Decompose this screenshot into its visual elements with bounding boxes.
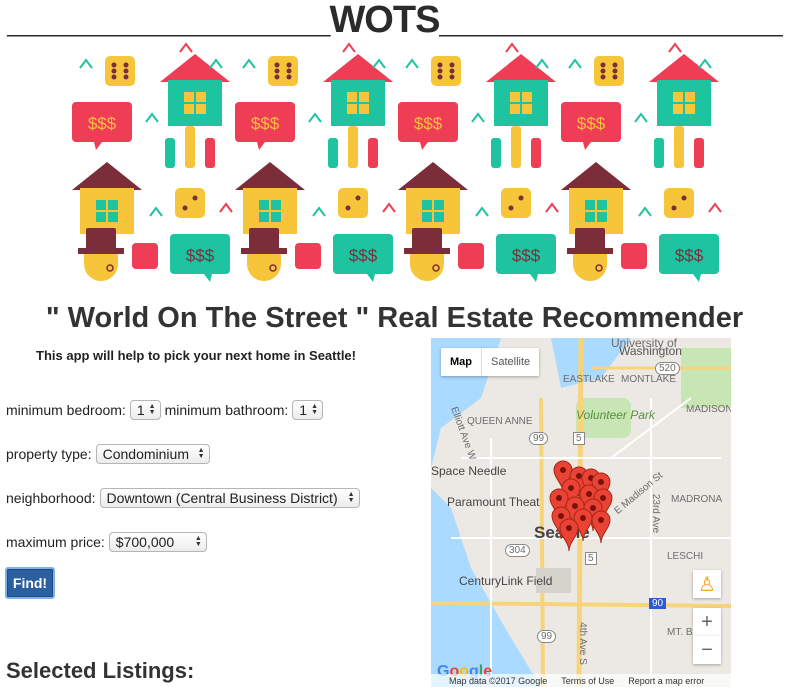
map-label-eastlake: EASTLAKE (563, 374, 615, 385)
map-label-washington: Washington (619, 344, 682, 358)
zoom-in-button[interactable]: + (693, 608, 721, 636)
interstate-5-shield-icon: 5 (573, 432, 585, 445)
map-label-leschi: LESCHI (667, 551, 704, 562)
min-bedroom-value: 1 (136, 402, 145, 418)
street-view-pegman-icon[interactable]: ♙ (693, 570, 721, 598)
max-price-select[interactable]: $700,000 ▲ ▼ (108, 532, 207, 552)
find-button[interactable]: Find! (5, 567, 55, 599)
interstate-5-shield-icon-b: 5 (585, 552, 597, 565)
map-type-control: Map Satellite (441, 348, 540, 376)
min-bedroom-select[interactable]: 1 ▲ ▼ (129, 400, 161, 420)
min-bathroom-value: 1 (299, 402, 308, 418)
map-label-4th-ave: 4th Ave S (576, 622, 588, 665)
map-label-23rd-ave: 23rd Ave (650, 493, 662, 534)
bed-bath-row: minimum bedroom: 1 ▲ ▼ minimum bathroom: … (6, 400, 323, 420)
select-arrows-icon: ▲ ▼ (311, 403, 318, 416)
property-type-label: property type: (6, 446, 92, 462)
map-label-madison: MADISON (686, 404, 731, 415)
map-label-space-needle: Space Needle (431, 464, 507, 478)
report-map-error-link[interactable]: Report a map error (628, 676, 704, 686)
map-label-queen-anne: QUEEN ANNE (467, 416, 533, 427)
select-arrows-icon: ▲ ▼ (347, 491, 355, 504)
select-arrows-icon: ▲ ▼ (197, 447, 205, 460)
neighborhood-label: neighborhood: (6, 490, 96, 506)
zoom-out-button[interactable]: − (693, 636, 721, 664)
terms-of-use-link[interactable]: Terms of Use (561, 676, 614, 686)
map-data-attribution: Map data ©2017 Google (449, 675, 548, 686)
neighborhood-value: Downtown (Central Business District) (106, 490, 338, 506)
map-type-map[interactable]: Map (441, 348, 482, 376)
listing-marker-pin-icon[interactable] (591, 510, 611, 544)
map-label-centurylink: CenturyLink Field (459, 574, 553, 588)
map-view[interactable]: Map Satellite University of Washington E… (431, 338, 731, 687)
max-price-label: maximum price: (6, 534, 105, 550)
property-type-row: property type: Condominium ▲ ▼ (6, 444, 210, 464)
property-type-value: Condominium (102, 446, 189, 462)
map-label-montlake: MONTLAKE (621, 374, 677, 385)
min-bathroom-label: minimum bathroom: (164, 402, 289, 418)
listing-marker-pin-icon[interactable] (559, 518, 579, 552)
route-99-shield-icon-b: 99 (537, 630, 557, 643)
route-99-shield-icon: 99 (529, 432, 549, 445)
select-arrows-icon: ▲ ▼ (194, 535, 202, 548)
min-bathroom-select[interactable]: 1 ▲ ▼ (292, 400, 323, 420)
max-price-row: maximum price: $700,000 ▲ ▼ (6, 532, 207, 552)
app-intro: This app will help to pick your next hom… (36, 348, 356, 363)
interstate-90-shield-icon: 90 (649, 598, 667, 609)
neighborhood-row: neighborhood: Downtown (Central Business… (6, 488, 360, 508)
max-price-value: $700,000 (115, 534, 175, 550)
map-label-volunteer-park: Volunteer Park (576, 408, 655, 422)
min-bedroom-label: minimum bedroom: (6, 402, 126, 418)
map-label-madrona: MADRONA (671, 494, 723, 505)
property-type-select[interactable]: Condominium ▲ ▼ (95, 444, 210, 464)
map-label-paramount: Paramount Theat (447, 495, 540, 509)
route-520-shield-icon: 520 (655, 362, 680, 375)
site-title: ________________WOTS_________________ (7, 0, 782, 41)
select-arrows-icon: ▲ ▼ (148, 403, 156, 416)
neighborhood-select[interactable]: Downtown (Central Business District) ▲ ▼ (99, 488, 360, 508)
header-illustration: $$$ $$$ (71, 43, 740, 282)
app-heading: " World On The Street " Real Estate Reco… (45, 302, 744, 334)
selected-listings-heading: Selected Listings: (6, 658, 195, 683)
map-footer: Map data ©2017 Google Terms of Use Repor… (431, 674, 731, 687)
route-304-shield-icon: 304 (505, 544, 530, 557)
map-type-satellite[interactable]: Satellite (482, 348, 539, 376)
